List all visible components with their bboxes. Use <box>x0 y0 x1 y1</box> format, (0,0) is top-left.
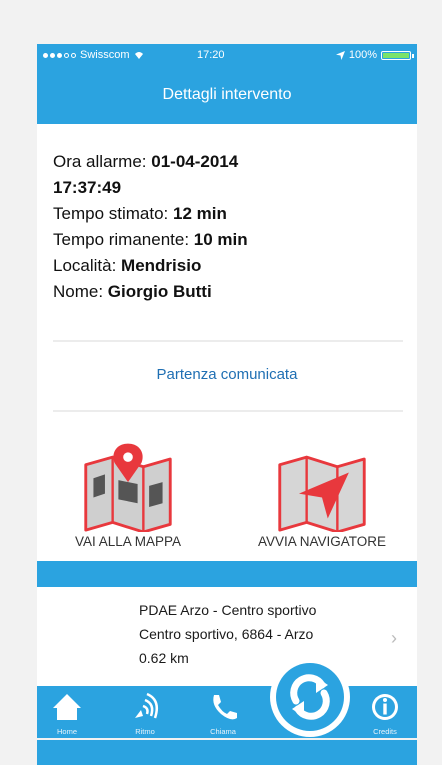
departure-communicated-button[interactable]: Partenza comunicata <box>37 366 417 383</box>
intervention-details: Ora allarme: 01-04-2014 17:37:49 Tempo s… <box>53 149 403 305</box>
status-bar: Swisscom 17:20 100% <box>37 44 417 66</box>
navigation-arrow-icon <box>278 455 366 532</box>
tab-credits[interactable]: Credits <box>355 686 415 738</box>
location-address: Centro sportivo, 6864 - Arzo <box>139 626 314 642</box>
open-map-button[interactable]: VAI ALLA MAPPA <box>53 436 203 549</box>
location-value: Mendrisio <box>121 256 202 275</box>
bottom-strip <box>37 740 417 765</box>
remaining-time-value: 10 min <box>193 230 248 249</box>
wifi-icon <box>134 52 143 59</box>
tab-ritmo[interactable]: Ritmo <box>115 686 175 738</box>
battery-percent: 100% <box>348 49 377 61</box>
name-row: Nome: Giorgio Butti <box>53 279 403 305</box>
sync-button-inner <box>276 663 344 731</box>
carrier-info: Swisscom <box>43 49 144 61</box>
location-label: Località: <box>53 256 122 275</box>
navigation-bar: Swisscom 17:20 100% Dettagli intervento <box>37 44 417 124</box>
alarm-time-value: 17:37:49 <box>53 178 122 197</box>
divider <box>53 410 403 412</box>
alarm-time-label: Ora allarme: <box>53 152 152 171</box>
sync-icon <box>290 674 330 720</box>
battery-icon <box>381 50 414 60</box>
tab-credits-label: Credits <box>373 727 397 736</box>
status-right: 100% <box>335 49 414 61</box>
location-arrow-icon <box>335 50 345 60</box>
tab-home[interactable]: Home <box>37 686 97 738</box>
location-row: Località: Mendrisio <box>53 253 403 279</box>
sync-button[interactable] <box>270 657 350 737</box>
status-time: 17:20 <box>197 49 225 61</box>
location-name: PDAE Arzo - Centro sportivo <box>139 602 317 618</box>
location-item[interactable]: PDAE Arzo - Centro sportivo Centro sport… <box>139 598 316 670</box>
name-label: Nome: <box>53 282 108 301</box>
carrier-name: Swisscom <box>80 49 130 61</box>
tab-chiama-label: Chiama <box>210 727 236 736</box>
open-map-label: VAI ALLA MAPPA <box>74 534 182 549</box>
map-pin-icon <box>84 443 172 532</box>
alarm-time-row: Ora allarme: 01-04-2014 17:37:49 <box>53 149 403 201</box>
remaining-time-row: Tempo rimanente: 10 min <box>53 227 403 253</box>
phone-icon <box>213 695 237 720</box>
signal-icon <box>43 52 76 58</box>
estimated-time-label: Tempo stimato: <box>53 204 173 223</box>
alarm-date-value: 01-04-2014 <box>151 152 239 171</box>
tab-chiama[interactable]: Chiama <box>193 686 253 738</box>
start-navigator-label: AVVIA NAVIGATORE <box>257 534 387 549</box>
remaining-time-label: Tempo rimanente: <box>53 230 194 249</box>
divider <box>53 340 403 342</box>
phone-screen: Swisscom 17:20 100% Dettagli intervento … <box>37 44 417 738</box>
home-icon <box>53 694 81 720</box>
chevron-right-icon[interactable]: › <box>391 628 397 649</box>
name-value: Giorgio Butti <box>107 282 212 301</box>
ritmo-icon <box>135 692 158 719</box>
estimated-time-value: 12 min <box>173 204 227 223</box>
tab-bar: Home Ritmo Chiama Credits <box>37 686 417 738</box>
section-band <box>37 561 417 587</box>
tab-ritmo-label: Ritmo <box>135 727 155 736</box>
page-title: Dettagli intervento <box>162 86 292 103</box>
estimated-time-row: Tempo stimato: 12 min <box>53 201 403 227</box>
info-icon <box>372 694 398 720</box>
start-navigator-button[interactable]: AVVIA NAVIGATORE <box>237 436 407 549</box>
tab-home-label: Home <box>56 727 77 736</box>
